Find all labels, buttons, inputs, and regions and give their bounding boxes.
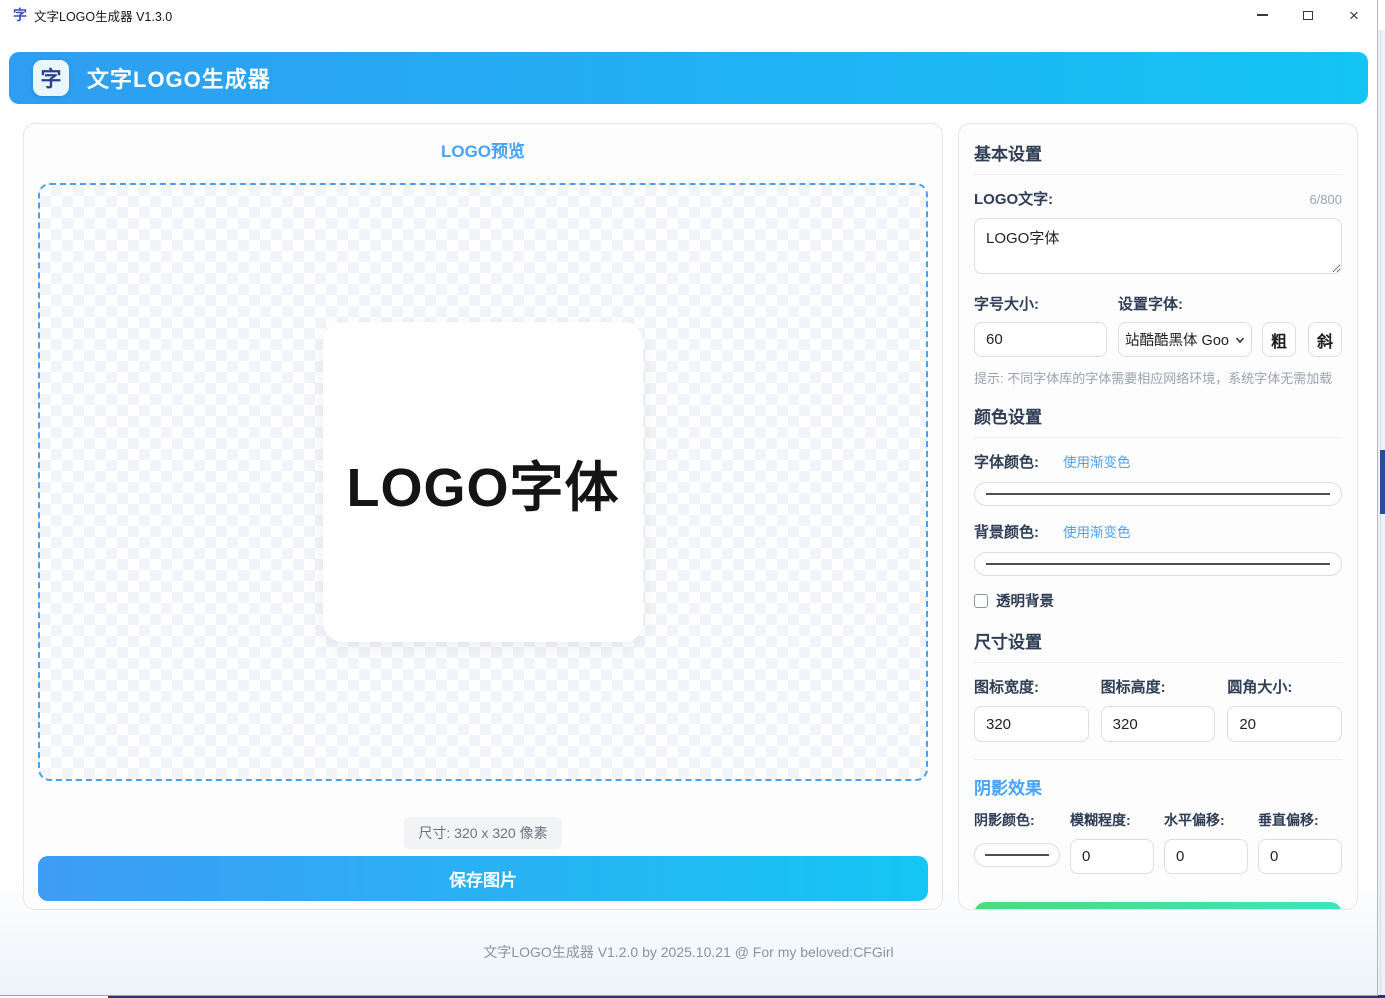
- settings-panel: 基本设置 LOGO文字: 6/800 LOGO字体 字号大小: 设置字体: [958, 123, 1358, 910]
- close-icon: ×: [1349, 7, 1359, 24]
- shadow-offset-x-cell: 水平偏移:: [1164, 810, 1248, 874]
- shadow-settings-heading: 阴影效果: [974, 774, 1342, 799]
- shadow-offset-y-cell: 垂直偏移:: [1258, 810, 1342, 874]
- logo-preview-card: LOGO字体: [323, 322, 643, 642]
- preview-panel: LOGO预览 LOGO字体 尺寸: 320 x 320 像素 保存图片: [23, 123, 943, 910]
- font-family-column: 设置字体: 站酷酷黑体 Goo 粗 斜: [1118, 293, 1342, 357]
- bg-gradient-link[interactable]: 使用渐变色: [1063, 521, 1131, 541]
- background-window-edge: [1377, 30, 1385, 995]
- shadow-blur-cell: 模糊程度:: [1070, 810, 1154, 874]
- font-color-label: 字体颜色:: [974, 451, 1039, 472]
- font-family-label: 设置字体:: [1118, 296, 1183, 313]
- shadow-color-label: 阴影颜色:: [974, 812, 1035, 828]
- divider: [974, 662, 1342, 663]
- shadow-blur-input[interactable]: [1070, 839, 1154, 874]
- font-settings-row: 字号大小: 设置字体: 站酷酷黑体 Goo: [974, 293, 1342, 357]
- color-settings-heading: 颜色设置: [974, 403, 1342, 428]
- font-size-input[interactable]: [974, 322, 1107, 357]
- bg-color-label-row: 背景颜色: 使用渐变色: [974, 521, 1342, 542]
- divider: [974, 174, 1342, 175]
- preview-canvas-area: LOGO字体: [38, 183, 928, 781]
- app-logo-glyph: 字: [41, 63, 62, 93]
- titlebar: 字 文字LOGO生成器 V1.3.0 ×: [0, 0, 1377, 30]
- minimize-button[interactable]: [1239, 0, 1285, 30]
- size-settings-heading: 尺寸设置: [974, 628, 1342, 653]
- font-color-swatch-line: [986, 493, 1330, 495]
- font-color-input[interactable]: [974, 482, 1342, 506]
- logo-preview-text: LOGO字体: [347, 443, 620, 522]
- shadow-color-cell: 阴影颜色:: [974, 810, 1060, 874]
- app-window: 字 文字LOGO生成器 V1.3.0 × 字 文字LOGO生成器 LOGO预览: [0, 0, 1378, 996]
- corner-radius-label: 圆角大小:: [1227, 679, 1292, 696]
- chevron-down-icon: [1235, 335, 1245, 345]
- shadow-offset-x-input[interactable]: [1164, 839, 1248, 874]
- maximize-button[interactable]: [1285, 0, 1331, 30]
- divider: [974, 437, 1342, 438]
- app-header-title: 文字LOGO生成器: [87, 62, 271, 94]
- shadow-color-input[interactable]: [974, 843, 1060, 867]
- icon-width-input[interactable]: [974, 706, 1089, 742]
- bg-color-swatch-line: [986, 563, 1330, 565]
- screen: 字 文字LOGO生成器 V1.3.0 × 字 文字LOGO生成器 LOGO预览: [0, 0, 1385, 998]
- logo-text-label-row: LOGO文字: 6/800: [974, 188, 1342, 209]
- size-badge-row: 尺寸: 320 x 320 像素: [24, 817, 942, 849]
- font-color-label-row: 字体颜色: 使用渐变色: [974, 451, 1342, 472]
- icon-width-label: 图标宽度:: [974, 679, 1039, 696]
- save-image-button[interactable]: 保存图片: [38, 856, 928, 901]
- window-controls: ×: [1239, 0, 1377, 30]
- bg-color-input[interactable]: [974, 552, 1342, 576]
- transparent-bg-checkbox[interactable]: [974, 594, 988, 608]
- char-counter: 6/800: [1309, 192, 1342, 207]
- size-settings-grid: 图标宽度: 图标高度: 圆角大小:: [974, 676, 1342, 742]
- shadow-settings-grid: 阴影颜色: 模糊程度: 水平偏移: 垂直偏移:: [974, 810, 1342, 874]
- bg-color-label: 背景颜色:: [974, 521, 1039, 542]
- logo-text-input[interactable]: LOGO字体: [974, 218, 1342, 274]
- font-family-controls: 站酷酷黑体 Goo 粗 斜: [1118, 322, 1342, 357]
- window-title: 文字LOGO生成器 V1.3.0: [34, 6, 172, 25]
- shadow-offset-x-label: 水平偏移:: [1164, 812, 1225, 828]
- size-badge: 尺寸: 320 x 320 像素: [404, 817, 561, 849]
- corner-radius-cell: 圆角大小:: [1227, 676, 1342, 742]
- font-size-control: [974, 322, 1107, 357]
- bold-button[interactable]: 粗: [1262, 322, 1296, 357]
- transparent-bg-row: 透明背景: [974, 590, 1342, 611]
- minimize-icon: [1257, 14, 1268, 16]
- app-logo-icon: 字: [33, 60, 69, 96]
- font-family-selected-value: 站酷酷黑体 Goo: [1125, 329, 1229, 350]
- icon-height-input[interactable]: [1101, 706, 1216, 742]
- shadow-color-swatch-line: [985, 854, 1049, 856]
- font-size-column: 字号大小:: [974, 293, 1107, 357]
- close-button[interactable]: ×: [1331, 0, 1377, 30]
- icon-height-label: 图标高度:: [1101, 679, 1166, 696]
- font-size-label: 字号大小:: [974, 296, 1039, 313]
- font-gradient-link[interactable]: 使用渐变色: [1063, 451, 1131, 471]
- icon-width-cell: 图标宽度:: [974, 676, 1089, 742]
- basic-settings-heading: 基本设置: [974, 140, 1342, 165]
- maximize-icon: [1303, 11, 1313, 20]
- logo-text-label: LOGO文字:: [974, 188, 1053, 209]
- main-content: LOGO预览 LOGO字体 尺寸: 320 x 320 像素 保存图片 基本设置…: [0, 104, 1377, 910]
- app-header: 字 文字LOGO生成器: [9, 52, 1368, 104]
- app-icon: 字: [13, 8, 27, 22]
- footer-text: 文字LOGO生成器 V1.2.0 by 2025.10.21 @ For my …: [0, 942, 1377, 962]
- font-family-select[interactable]: 站酷酷黑体 Goo: [1118, 322, 1252, 357]
- icon-height-cell: 图标高度:: [1101, 676, 1216, 742]
- preview-title: LOGO预览: [24, 137, 942, 162]
- shadow-blur-label: 模糊程度:: [1070, 812, 1131, 828]
- corner-radius-input[interactable]: [1227, 706, 1342, 742]
- shadow-offset-y-input[interactable]: [1258, 839, 1342, 874]
- divider: [974, 759, 1342, 760]
- font-hint-text: 提示: 不同字体库的字体需要相应网络环境，系统字体无需加载: [974, 368, 1342, 387]
- background-scrollbar-thumb: [1380, 450, 1385, 514]
- transparent-bg-label: 透明背景: [996, 590, 1054, 611]
- shadow-offset-y-label: 垂直偏移:: [1258, 812, 1319, 828]
- generate-logo-button[interactable]: 生成LOGO: [974, 902, 1342, 910]
- italic-button[interactable]: 斜: [1308, 322, 1342, 357]
